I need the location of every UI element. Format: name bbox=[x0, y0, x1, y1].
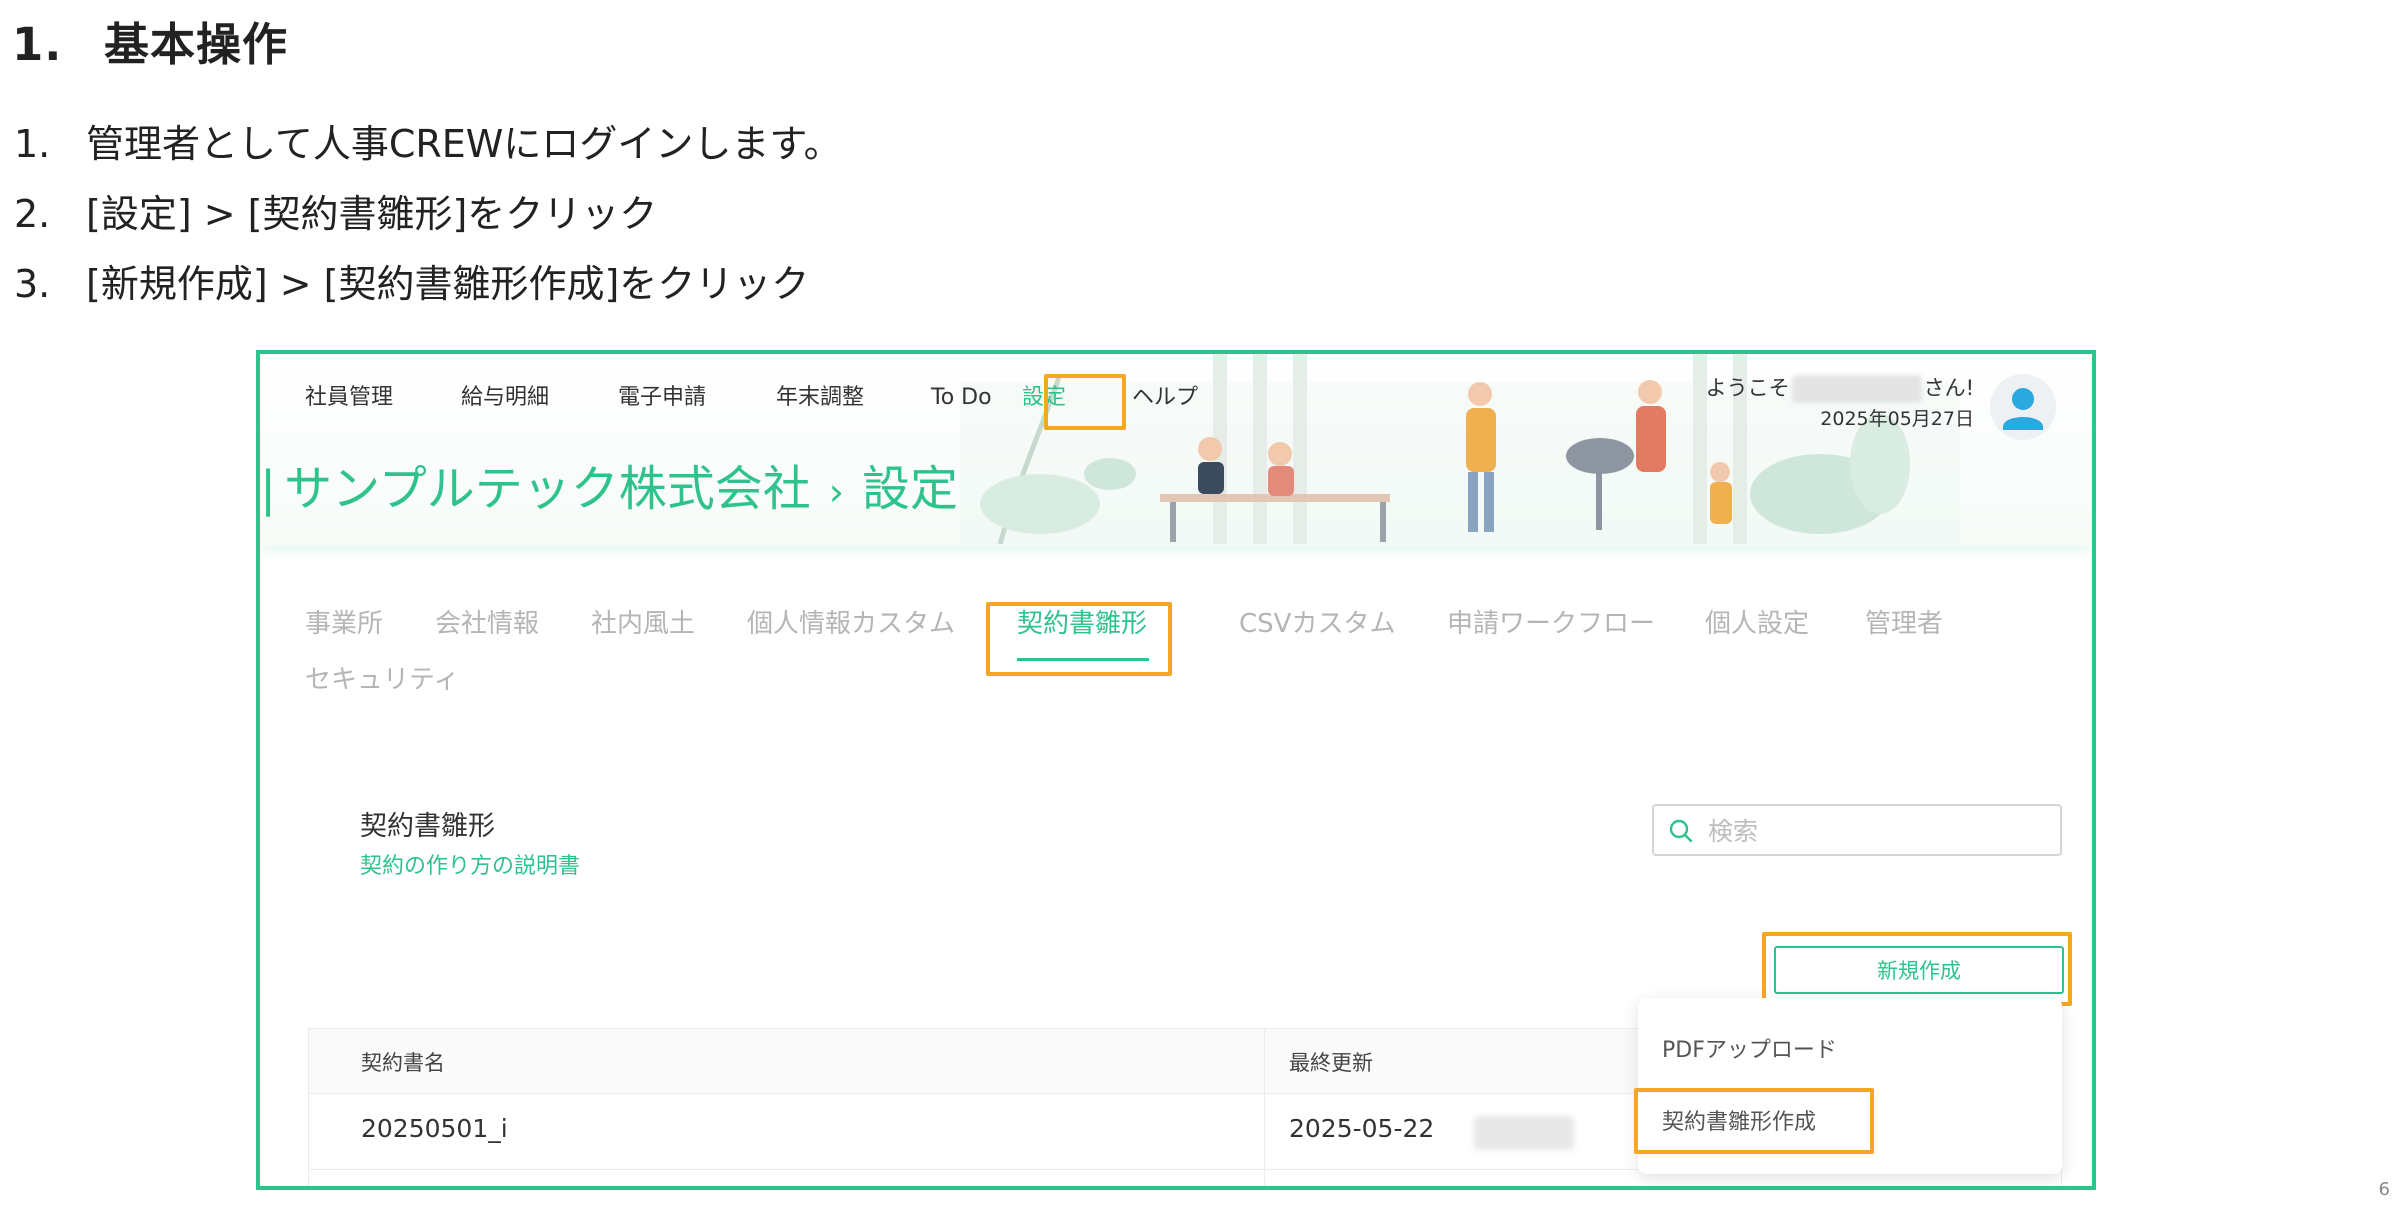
nav-e-application[interactable]: 電子申請 bbox=[618, 376, 706, 420]
app-screenshot: 社員管理 給与明細 電子申請 年末調整 To Do 設定 ヘルプ ようこそ さん!… bbox=[256, 350, 2096, 1190]
section-heading: 1. 基本操作 bbox=[12, 8, 288, 73]
contract-tab-highlight-box bbox=[986, 602, 1172, 676]
step-number: 1. bbox=[14, 122, 51, 166]
search-input[interactable] bbox=[1706, 812, 2040, 850]
user-icon bbox=[2003, 388, 2043, 430]
column-header-name: 契約書名 bbox=[361, 1051, 445, 1075]
tab-office[interactable]: 事業所 bbox=[305, 604, 383, 644]
nav-employee-management[interactable]: 社員管理 bbox=[305, 376, 393, 420]
column-header-updated: 最終更新 bbox=[1289, 1051, 1373, 1075]
settings-highlight-box bbox=[1044, 374, 1126, 430]
tab-personal-settings[interactable]: 個人設定 bbox=[1705, 604, 1809, 644]
current-date: 2025年05月27日 bbox=[1820, 408, 1974, 430]
menu-item-pdf-upload[interactable]: PDFアップロード bbox=[1662, 1032, 1837, 1064]
header-banner: 社員管理 給与明細 電子申請 年末調整 To Do 設定 ヘルプ ようこそ さん!… bbox=[260, 354, 2092, 546]
step-text: [新規作成] > [契約書雛形作成]をクリック bbox=[86, 262, 810, 306]
page-number: 6 bbox=[2378, 1179, 2390, 1200]
search-icon bbox=[1669, 819, 1693, 843]
search-box[interactable] bbox=[1652, 804, 2062, 856]
column-divider bbox=[1264, 1029, 1265, 1093]
nav-year-end-adjustment[interactable]: 年末調整 bbox=[776, 376, 864, 420]
welcome-suffix: さん! bbox=[1923, 376, 1974, 400]
step-text: 管理者として人事CREWにログインします。 bbox=[86, 122, 842, 166]
heading-number: 1. bbox=[12, 18, 63, 71]
welcome-message: ようこそ さん! 2025年05月27日 bbox=[1706, 372, 1974, 434]
column-divider bbox=[1264, 1170, 1265, 1186]
step-number: 3. bbox=[14, 262, 51, 306]
instruction-steps: 1. 管理者として人事CREWにログインします。 2. [設定] > [契約書雛形]… bbox=[14, 116, 842, 326]
settings-tabs: 事業所 会社情報 社内風土 個人情報カスタム 契約書雛形 CSVカスタム 申請ワ… bbox=[305, 604, 2085, 724]
step-item: 2. [設定] > [契約書雛形]をクリック bbox=[14, 186, 842, 256]
blurred-time bbox=[1474, 1116, 1574, 1150]
nav-payslip[interactable]: 給与明細 bbox=[461, 376, 549, 420]
new-button-highlight-box bbox=[1762, 932, 2072, 1006]
breadcrumb-separator: › bbox=[828, 470, 844, 514]
avatar[interactable] bbox=[1990, 374, 2056, 440]
step-item: 3. [新規作成] > [契約書雛形作成]をクリック bbox=[14, 256, 842, 326]
blurred-username bbox=[1791, 375, 1922, 403]
heading-title: 基本操作 bbox=[104, 18, 289, 71]
page-title: | サンプルテック株式会社 › 設定 bbox=[260, 454, 958, 527]
step-item: 1. 管理者として人事CREWにログインします。 bbox=[14, 116, 842, 186]
tab-company-info[interactable]: 会社情報 bbox=[435, 604, 539, 644]
section-title: 契約書雛形 bbox=[360, 811, 495, 842]
tab-personal-info-custom[interactable]: 個人情報カスタム bbox=[747, 604, 955, 644]
step-text: [設定] > [契約書雛形]をクリック bbox=[86, 192, 658, 236]
tab-administrator[interactable]: 管理者 bbox=[1865, 604, 1943, 644]
create-template-highlight-box bbox=[1634, 1088, 1874, 1154]
welcome-prefix: ようこそ bbox=[1705, 376, 1790, 400]
step-number: 2. bbox=[14, 192, 51, 236]
nav-help[interactable]: ヘルプ bbox=[1132, 376, 1198, 420]
tab-security[interactable]: セキュリティ bbox=[305, 660, 459, 700]
row-contract-name: 20250501_i bbox=[361, 1114, 508, 1143]
nav-todo[interactable]: To Do bbox=[931, 376, 992, 420]
tab-application-workflow[interactable]: 申請ワークフロー bbox=[1447, 604, 1655, 644]
title-divider: | bbox=[260, 461, 277, 517]
row-updated-date: 2025-05-22 bbox=[1289, 1114, 1435, 1143]
company-name: サンプルテック株式会社 bbox=[284, 461, 811, 517]
tab-culture[interactable]: 社内風土 bbox=[591, 604, 695, 644]
breadcrumb-current: 設定 bbox=[861, 461, 958, 517]
column-divider bbox=[1264, 1094, 1265, 1169]
tab-csv-custom[interactable]: CSVカスタム bbox=[1239, 604, 1395, 644]
help-link[interactable]: 契約の作り方の説明書 bbox=[360, 848, 580, 880]
